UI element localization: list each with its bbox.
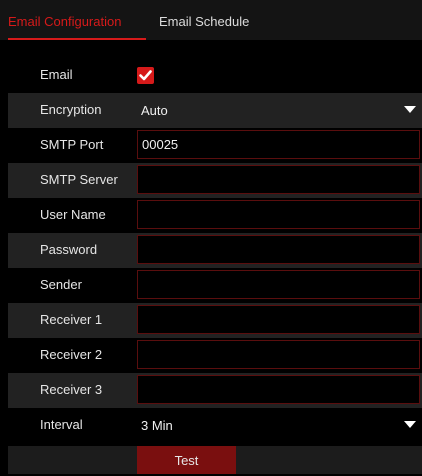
tab-bar: Email Configuration Email Schedule	[0, 0, 422, 40]
test-button[interactable]: Test	[137, 446, 236, 474]
email-row: Email	[8, 58, 422, 93]
receiver-3-label: Receiver 3	[40, 382, 103, 397]
password-row: Password	[8, 233, 422, 268]
receiver-2-row: Receiver 2	[8, 338, 422, 373]
caret-down-icon	[404, 106, 416, 113]
smtp-port-input[interactable]	[137, 130, 420, 159]
sender-row: Sender	[8, 268, 422, 303]
email-enable-checkbox[interactable]	[137, 67, 154, 84]
password-label: Password	[40, 242, 98, 257]
email-config-form: Email Encryption Auto SMTP Port SMTP Ser…	[8, 58, 422, 443]
interval-value: 3 Min	[141, 418, 173, 433]
tab-email-configuration-label: Email Configuration	[8, 14, 122, 29]
tab-email-schedule-label: Email Schedule	[159, 14, 250, 29]
receiver-1-label: Receiver 1	[40, 312, 103, 327]
tab-email-configuration[interactable]: Email Configuration	[8, 0, 146, 40]
sender-label: Sender	[40, 277, 82, 292]
encryption-select[interactable]: Auto	[137, 95, 422, 124]
encryption-value: Auto	[141, 103, 168, 118]
user-name-row: User Name	[8, 198, 422, 233]
interval-row: Interval 3 Min	[8, 408, 422, 443]
interval-select[interactable]: 3 Min	[137, 410, 422, 439]
user-name-label: User Name	[40, 207, 106, 222]
active-tab-indicator	[8, 38, 146, 40]
smtp-port-row: SMTP Port	[8, 128, 422, 163]
smtp-server-label: SMTP Server	[40, 172, 118, 187]
email-settings-page: Email Configuration Email Schedule Email…	[0, 0, 422, 474]
caret-down-icon	[404, 421, 416, 428]
checkmark-icon	[139, 70, 152, 81]
smtp-port-label: SMTP Port	[40, 137, 104, 152]
receiver-1-row: Receiver 1	[8, 303, 422, 338]
action-bar: Test	[8, 446, 422, 474]
interval-label: Interval	[40, 417, 83, 432]
smtp-server-row: SMTP Server	[8, 163, 422, 198]
receiver-3-row: Receiver 3	[8, 373, 422, 408]
receiver-2-input[interactable]	[137, 340, 420, 369]
smtp-server-input[interactable]	[137, 165, 420, 194]
encryption-label: Encryption	[40, 102, 102, 117]
receiver-3-input[interactable]	[137, 375, 420, 404]
receiver-1-input[interactable]	[137, 305, 420, 334]
tab-email-schedule[interactable]: Email Schedule	[159, 0, 249, 40]
sender-input[interactable]	[137, 270, 420, 299]
email-label: Email	[40, 67, 73, 82]
encryption-row: Encryption Auto	[8, 93, 422, 128]
password-input[interactable]	[137, 235, 420, 264]
user-name-input[interactable]	[137, 200, 420, 229]
receiver-2-label: Receiver 2	[40, 347, 103, 362]
